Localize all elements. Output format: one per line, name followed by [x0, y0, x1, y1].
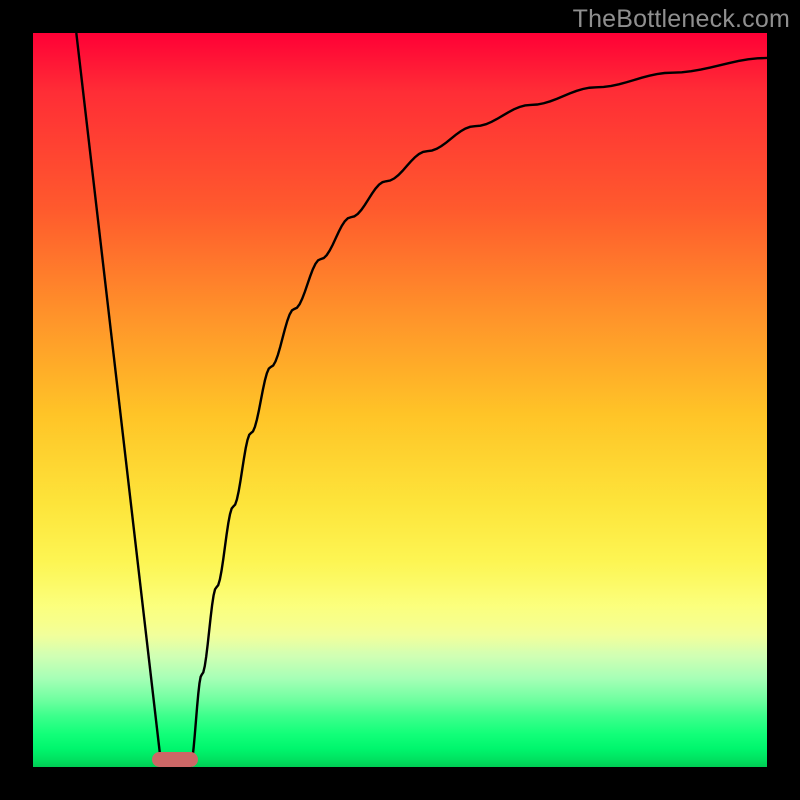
- chart-frame: TheBottleneck.com: [0, 0, 800, 800]
- bottleneck-marker: [152, 752, 198, 767]
- curve-layer: [33, 33, 767, 767]
- plot-area: [33, 33, 767, 767]
- left-line: [76, 33, 161, 767]
- right-curve: [190, 58, 767, 767]
- watermark-text: TheBottleneck.com: [573, 5, 790, 34]
